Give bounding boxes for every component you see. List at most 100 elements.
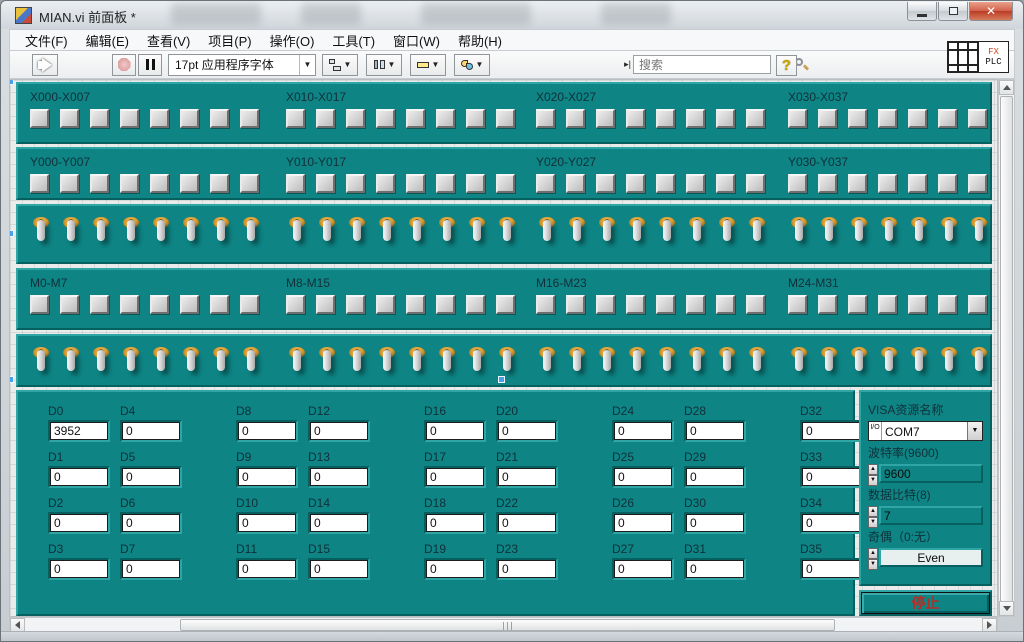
switch-lever-icon[interactable] [293,350,301,371]
toggle-switch[interactable] [406,216,436,254]
switch-lever-icon[interactable] [945,220,953,241]
selection-handle[interactable] [9,230,14,237]
switch-lever-icon[interactable] [693,350,701,371]
switch-lever-icon[interactable] [543,220,551,241]
toggle-switch[interactable] [746,216,776,254]
switch-lever-icon[interactable] [127,350,135,371]
switch-lever-icon[interactable] [855,220,863,241]
switch-lever-icon[interactable] [473,350,481,371]
register-field[interactable]: 0 [614,560,672,578]
visa-resource-combo[interactable]: I/O COM7 ▼ [868,421,983,441]
register-field[interactable]: 0 [426,560,484,578]
switch-lever-icon[interactable] [693,220,701,241]
switch-lever-icon[interactable] [825,220,833,241]
switch-lever-icon[interactable] [663,350,671,371]
reorder-objects-dropdown[interactable]: ▼ [454,54,490,76]
register-field[interactable]: 0 [50,514,108,532]
register-field[interactable]: 0 [310,560,368,578]
switch-lever-icon[interactable] [573,350,581,371]
switch-lever-icon[interactable] [975,350,983,371]
toggle-switch[interactable] [436,346,466,384]
switch-lever-icon[interactable] [945,350,953,371]
register-field[interactable]: 0 [802,422,860,440]
register-field[interactable]: 0 [310,422,368,440]
toggle-switch[interactable] [938,216,968,254]
toggle-switch[interactable] [908,346,938,384]
restore-button[interactable] [938,2,968,21]
register-field[interactable]: 0 [238,468,296,486]
toggle-switch[interactable] [938,346,968,384]
toggle-switch[interactable] [376,216,406,254]
switch-lever-icon[interactable] [413,350,421,371]
switch-lever-icon[interactable] [247,350,255,371]
toggle-switch[interactable] [818,216,848,254]
toggle-switch[interactable] [626,346,656,384]
switch-lever-icon[interactable] [795,220,803,241]
switch-lever-icon[interactable] [603,220,611,241]
toggle-switch[interactable] [180,346,210,384]
register-field[interactable]: 0 [238,514,296,532]
register-field[interactable]: 0 [122,468,180,486]
search-input[interactable] [634,58,794,72]
switch-lever-icon[interactable] [323,350,331,371]
data-bits-field[interactable]: 7 [879,506,983,525]
menu-item-8[interactable]: 帮助(H) [449,29,511,52]
register-field[interactable]: 0 [122,422,180,440]
toggle-switch[interactable] [150,216,180,254]
switch-lever-icon[interactable] [473,220,481,241]
register-field[interactable]: 3952 [50,422,108,440]
distribute-objects-dropdown[interactable]: ▼ [366,54,402,76]
toggle-switch[interactable] [626,216,656,254]
switch-lever-icon[interactable] [915,350,923,371]
toggle-switch[interactable] [908,216,938,254]
toggle-switch[interactable] [686,216,716,254]
align-objects-dropdown[interactable]: ▼ [322,54,358,76]
switch-lever-icon[interactable] [503,350,511,371]
toggle-switch[interactable] [656,216,686,254]
register-field[interactable]: 0 [310,468,368,486]
parity-field[interactable]: Even [879,548,983,567]
toggle-switch[interactable] [788,346,818,384]
toggle-switch[interactable] [716,346,746,384]
switch-lever-icon[interactable] [67,350,75,371]
register-field[interactable]: 0 [50,560,108,578]
register-field[interactable]: 0 [498,514,556,532]
toggle-switch[interactable] [30,216,60,254]
vertical-scroll-thumb[interactable] [1000,96,1013,602]
register-field[interactable]: 0 [426,422,484,440]
run-button[interactable] [32,54,58,76]
switch-lever-icon[interactable] [633,220,641,241]
toggle-switch[interactable] [316,346,346,384]
toggle-switch[interactable] [120,216,150,254]
toggle-switch[interactable] [240,216,270,254]
switch-lever-icon[interactable] [187,350,195,371]
register-field[interactable]: 0 [686,514,744,532]
switch-lever-icon[interactable] [723,350,731,371]
switch-lever-icon[interactable] [885,350,893,371]
register-field[interactable]: 0 [686,560,744,578]
register-field[interactable]: 0 [50,468,108,486]
toggle-switch[interactable] [566,346,596,384]
toggle-switch[interactable] [686,346,716,384]
switch-lever-icon[interactable] [855,350,863,371]
switch-lever-icon[interactable] [543,350,551,371]
menu-item-7[interactable]: 窗口(W) [384,29,449,52]
register-field[interactable]: 0 [122,560,180,578]
toggle-switch[interactable] [466,216,496,254]
switch-lever-icon[interactable] [383,350,391,371]
menu-item-5[interactable]: 操作(O) [261,29,324,52]
switch-lever-icon[interactable] [37,350,45,371]
scroll-left-button[interactable] [10,618,25,632]
switch-lever-icon[interactable] [323,220,331,241]
toggle-switch[interactable] [968,346,998,384]
toggle-switch[interactable] [90,346,120,384]
scroll-up-button[interactable] [999,80,1014,95]
toggle-switch[interactable] [566,216,596,254]
menu-item-6[interactable]: 工具(T) [323,29,384,52]
toggle-switch[interactable] [536,216,566,254]
minimize-button[interactable] [907,2,937,21]
switch-lever-icon[interactable] [633,350,641,371]
switch-lever-icon[interactable] [413,220,421,241]
switch-lever-icon[interactable] [915,220,923,241]
toggle-switch[interactable] [406,346,436,384]
